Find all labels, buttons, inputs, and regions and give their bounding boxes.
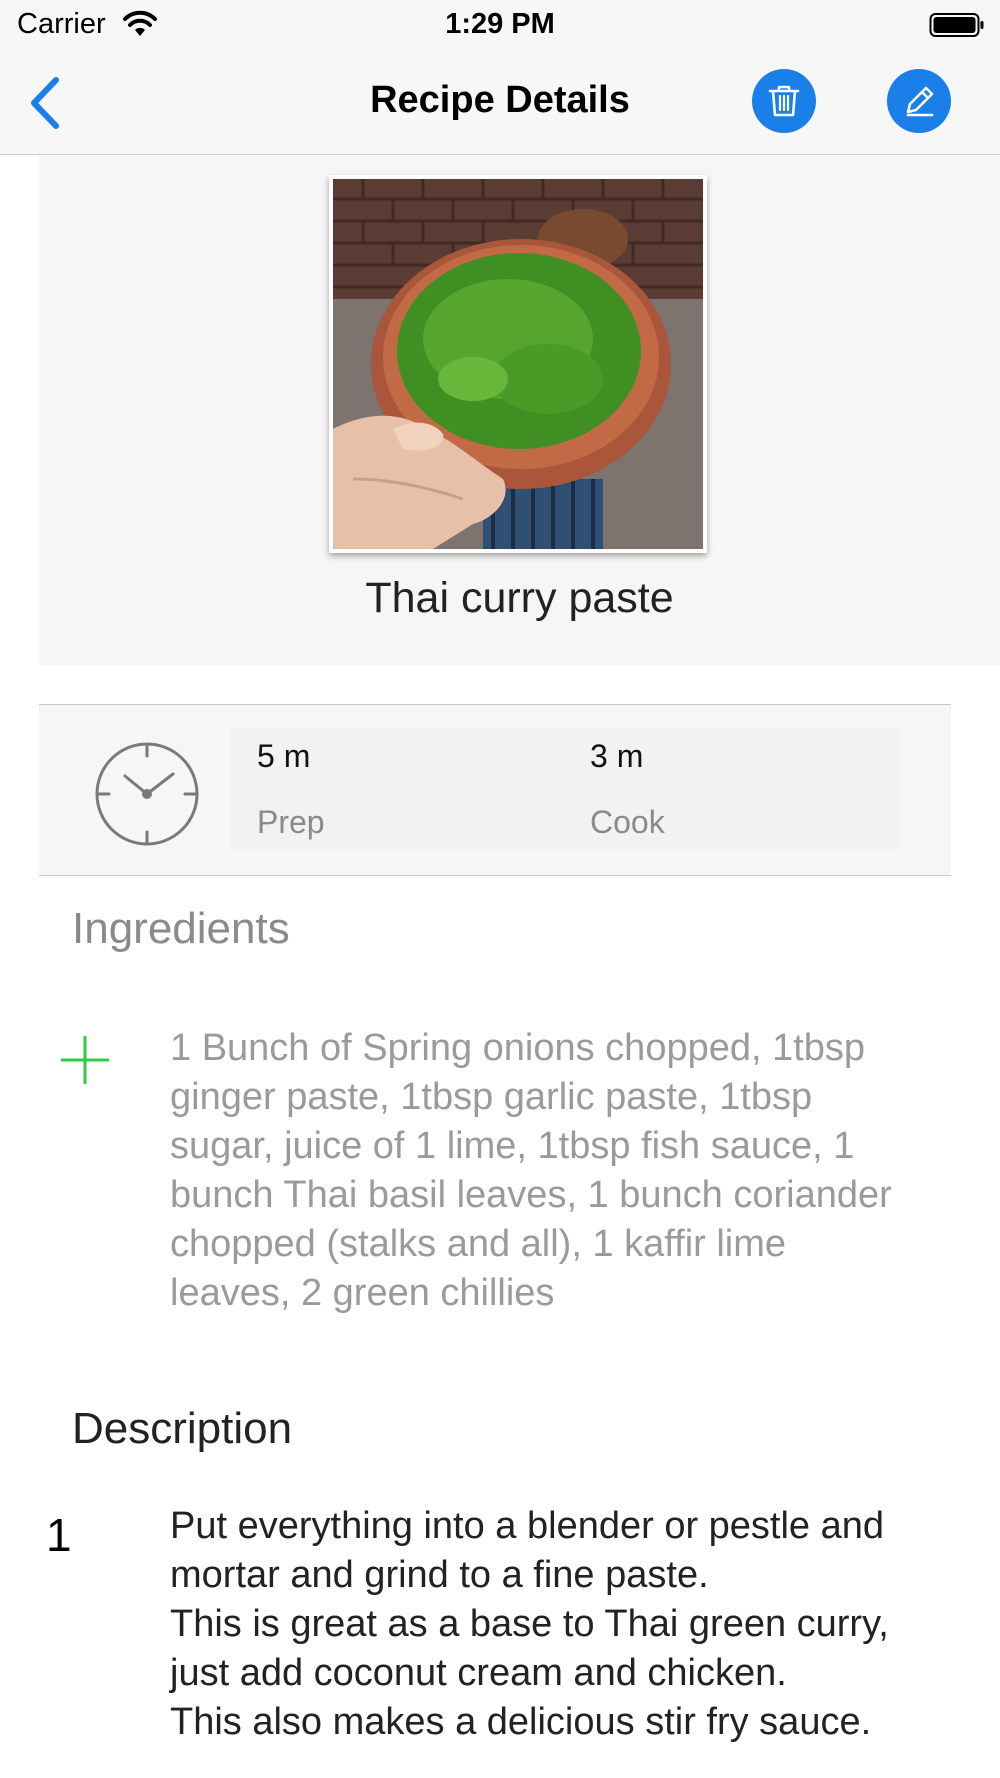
prep-time-value: 5 m [257,738,311,774]
recipe-name: Thai curry paste [365,574,674,622]
prep-time-label: Prep [257,804,325,840]
cook-time-value: 3 m [590,738,644,774]
status-time: 1:29 PM [445,8,555,40]
trash-icon [768,85,800,117]
recipe-photo [333,179,703,549]
description-heading: Description [72,1404,293,1453]
step-number: 1 [46,1509,72,1561]
time-info-panel [230,728,900,850]
cook-time-label: Cook [590,804,665,840]
page-title: Recipe Details [370,79,630,121]
edit-button[interactable] [887,69,951,133]
delete-button[interactable] [752,69,816,133]
battery-icon [929,13,984,37]
clock-icon [95,742,199,846]
step-text: Put everything into a blender or pestle … [170,1505,889,1743]
pencil-icon [906,86,934,117]
plus-icon[interactable] [59,1034,111,1086]
ingredients-heading: Ingredients [72,904,290,953]
ingredients-text: 1 Bunch of Spring onions chopped, 1tbsp … [170,1027,892,1314]
recipe-photo-frame [329,175,707,553]
